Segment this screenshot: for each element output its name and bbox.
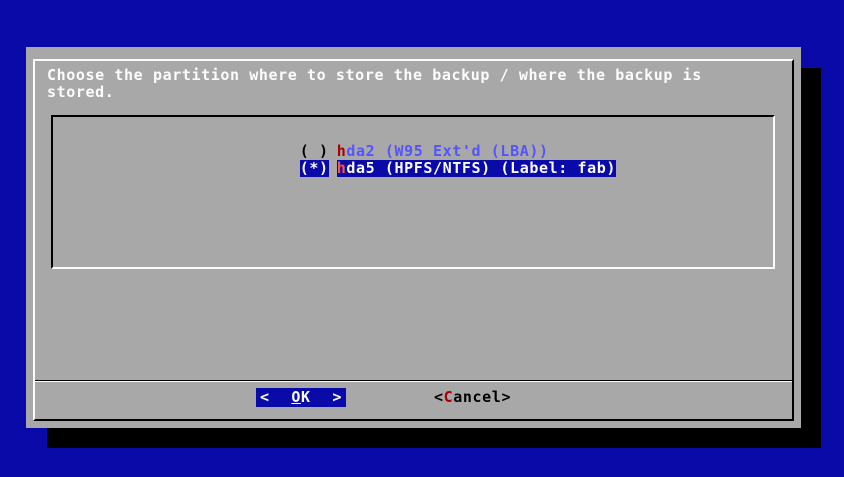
partition-list[interactable]: ( ) hda2 (W95 Ext'd (LBA)) (*) hda5 (HPFS/… — [51, 115, 775, 269]
cancel-button[interactable]: <Cancel> — [434, 388, 511, 407]
cancel-hotkey: C — [443, 388, 454, 406]
button-separator-highlight — [35, 381, 792, 382]
ok-left-bracket: < — [260, 388, 270, 406]
ok-label: OK — [291, 388, 310, 407]
ok-label-rest: K — [301, 388, 311, 406]
dialog-prompt: Choose the partition where to store the … — [47, 66, 702, 101]
cancel-close-bracket: > — [501, 388, 512, 406]
list-item[interactable]: ( ) hda2 (W95 Ext'd (LBA)) — [242, 126, 549, 160]
ok-hotkey: O — [291, 388, 301, 406]
list-item-selected[interactable]: (*) hda5 (HPFS/NTFS) (Label: fab) — [242, 143, 617, 177]
cancel-label-rest: ancel — [453, 388, 502, 406]
ok-right-bracket: > — [332, 388, 342, 406]
partition-label-text: da5 (HPFS/NTFS) (Label: fab) — [346, 159, 617, 177]
partition-dialog: Choose the partition where to store the … — [26, 47, 801, 428]
hotkey-letter: h — [336, 159, 347, 177]
partition-label-selected[interactable]: hda5 (HPFS/NTFS) (Label: fab) — [336, 159, 617, 177]
ok-button[interactable]: < OK > — [256, 388, 346, 407]
radio-button-selected[interactable]: (*) — [299, 160, 329, 177]
cancel-open-bracket: < — [434, 388, 444, 406]
